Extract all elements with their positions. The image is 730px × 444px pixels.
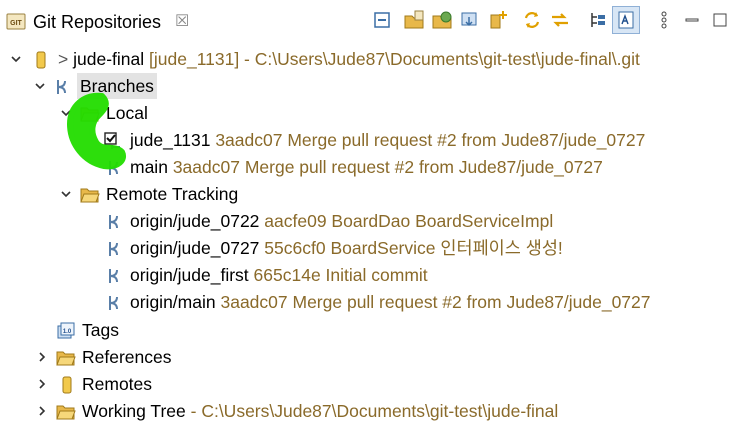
branch-commit: 665c14e Initial commit	[253, 265, 428, 285]
folder-open-icon	[56, 402, 76, 420]
branch-icon	[106, 266, 124, 284]
branch-commit: 3aadc07 Merge pull request #2 from Jude8…	[220, 292, 651, 312]
tags-icon: 1.0	[56, 321, 75, 339]
working-tree-label: Working Tree	[82, 401, 186, 421]
refresh-button[interactable]	[518, 6, 546, 34]
create-repository-icon	[490, 11, 507, 29]
vertical-ellipsis-icon	[661, 11, 667, 29]
chevron-down-icon[interactable]	[32, 73, 48, 99]
branch-name: origin/jude_0722	[130, 211, 260, 231]
chevron-down-icon[interactable]	[58, 100, 74, 126]
chevron-right-icon[interactable]	[34, 371, 50, 397]
branch-icon	[106, 212, 124, 230]
references-label: References	[82, 347, 172, 367]
view-menu-button[interactable]	[650, 6, 678, 34]
tree-row-remote-branch[interactable]: origin/jude_first 665c14e Initial commit	[0, 262, 730, 288]
clone-repository-button[interactable]	[428, 6, 456, 34]
tab-title: Git Repositories	[33, 12, 162, 32]
tree-row-remotes[interactable]: Remotes	[0, 371, 730, 397]
git-icon: GIT	[6, 11, 26, 31]
checked-out-branch-icon	[104, 131, 122, 149]
branch-commit: aacfe09 BoardDao BoardServiceImpl	[264, 211, 554, 231]
tree-row-references[interactable]: References	[0, 344, 730, 370]
tree-row-local-branch[interactable]: main 3aadc07 Merge pull request #2 from …	[0, 154, 730, 180]
close-icon[interactable]: ☒	[175, 11, 189, 31]
remote-tracking-label: Remote Tracking	[106, 184, 239, 204]
git-repositories-tab[interactable]: GIT Git Repositories ☒	[0, 0, 200, 42]
tree-row-remote-branch[interactable]: origin/main 3aadc07 Merge pull request #…	[0, 289, 730, 315]
link-with-selection-button[interactable]	[546, 6, 574, 34]
maximize-button[interactable]	[706, 6, 730, 34]
document-icon	[618, 11, 634, 29]
branch-commit: 3aadc07 Merge pull request #2 from Jude8…	[215, 130, 646, 150]
tree-row-working-tree[interactable]: Working Tree - C:\Users\Jude87\Documents…	[0, 398, 730, 424]
chevron-down-icon[interactable]	[8, 46, 24, 72]
working-tree-path: - C:\Users\Jude87\Documents\git-test\jud…	[190, 401, 559, 421]
collapse-all-button[interactable]	[368, 6, 396, 34]
clone-repository-icon	[432, 11, 452, 29]
repo-name: jude-final	[73, 49, 145, 69]
collapse-all-icon	[374, 12, 390, 28]
branch-name: main	[130, 157, 168, 177]
repository-icon	[32, 50, 50, 69]
branches-label: Branches	[77, 73, 157, 99]
maximize-icon	[713, 13, 727, 27]
import-repository-button[interactable]	[456, 6, 484, 34]
tree-row-remote-tracking[interactable]: Remote Tracking	[0, 181, 730, 207]
tree-row-repository[interactable]: > jude-final [jude_1131] - C:\Users\Jude…	[0, 46, 730, 72]
tree-row-local-branch[interactable]: jude_1131 3aadc07 Merge pull request #2 …	[0, 127, 730, 153]
create-repository-button[interactable]	[484, 6, 512, 34]
branches-icon	[54, 77, 72, 95]
minimize-icon	[685, 18, 699, 22]
folder-open-icon	[80, 185, 100, 203]
chevron-right-icon[interactable]	[34, 398, 50, 424]
tree-row-remote-branch[interactable]: origin/jude_0722 aacfe09 BoardDao BoardS…	[0, 208, 730, 234]
svg-text:1.0: 1.0	[63, 329, 72, 335]
branch-name: jude_1131	[130, 130, 211, 150]
import-repository-icon	[461, 12, 477, 27]
branch-icon	[106, 239, 124, 257]
branch-name: origin/jude_first	[130, 265, 249, 285]
folder-open-icon	[80, 104, 100, 122]
tree-row-local[interactable]: Local	[0, 100, 730, 126]
branch-icon	[106, 293, 124, 311]
show-in-editor-toggle[interactable]	[612, 6, 640, 34]
branch-name: origin/jude_0727	[130, 238, 260, 258]
tree-row-branches[interactable]: Branches	[0, 73, 730, 99]
branch-commit: 55c6cf0 BoardService 인터페이스 생성!	[264, 238, 563, 258]
local-label: Local	[106, 103, 148, 123]
add-repository-icon	[404, 10, 424, 29]
chevron-right-icon[interactable]	[34, 344, 50, 370]
refresh-icon	[524, 12, 540, 28]
hierarchical-layout-button[interactable]	[584, 6, 612, 34]
add-repository-button[interactable]	[400, 6, 428, 34]
hierarchy-icon	[591, 13, 605, 27]
view-toolbar	[368, 6, 730, 36]
remotes-icon	[58, 375, 76, 394]
tree-row-tags[interactable]: 1.0 Tags	[0, 317, 730, 343]
remotes-label: Remotes	[82, 374, 153, 394]
branch-name: origin/main	[130, 292, 216, 312]
branch-icon	[106, 158, 124, 176]
tree-row-remote-branch[interactable]: origin/jude_0727 55c6cf0 BoardService 인터…	[0, 235, 730, 261]
tags-label: Tags	[82, 320, 119, 340]
minimize-button[interactable]	[678, 6, 706, 34]
repo-prefix: >	[58, 49, 69, 69]
chevron-down-icon[interactable]	[58, 181, 74, 207]
view-tab-bar: GIT Git Repositories ☒	[0, 0, 730, 42]
folder-open-icon	[56, 348, 76, 366]
svg-text:GIT: GIT	[10, 20, 22, 27]
branch-commit: 3aadc07 Merge pull request #2 from Jude8…	[172, 157, 603, 177]
repo-decoration: [jude_1131] - C:\Users\Jude87\Documents\…	[149, 49, 640, 69]
link-arrows-icon	[552, 13, 568, 27]
